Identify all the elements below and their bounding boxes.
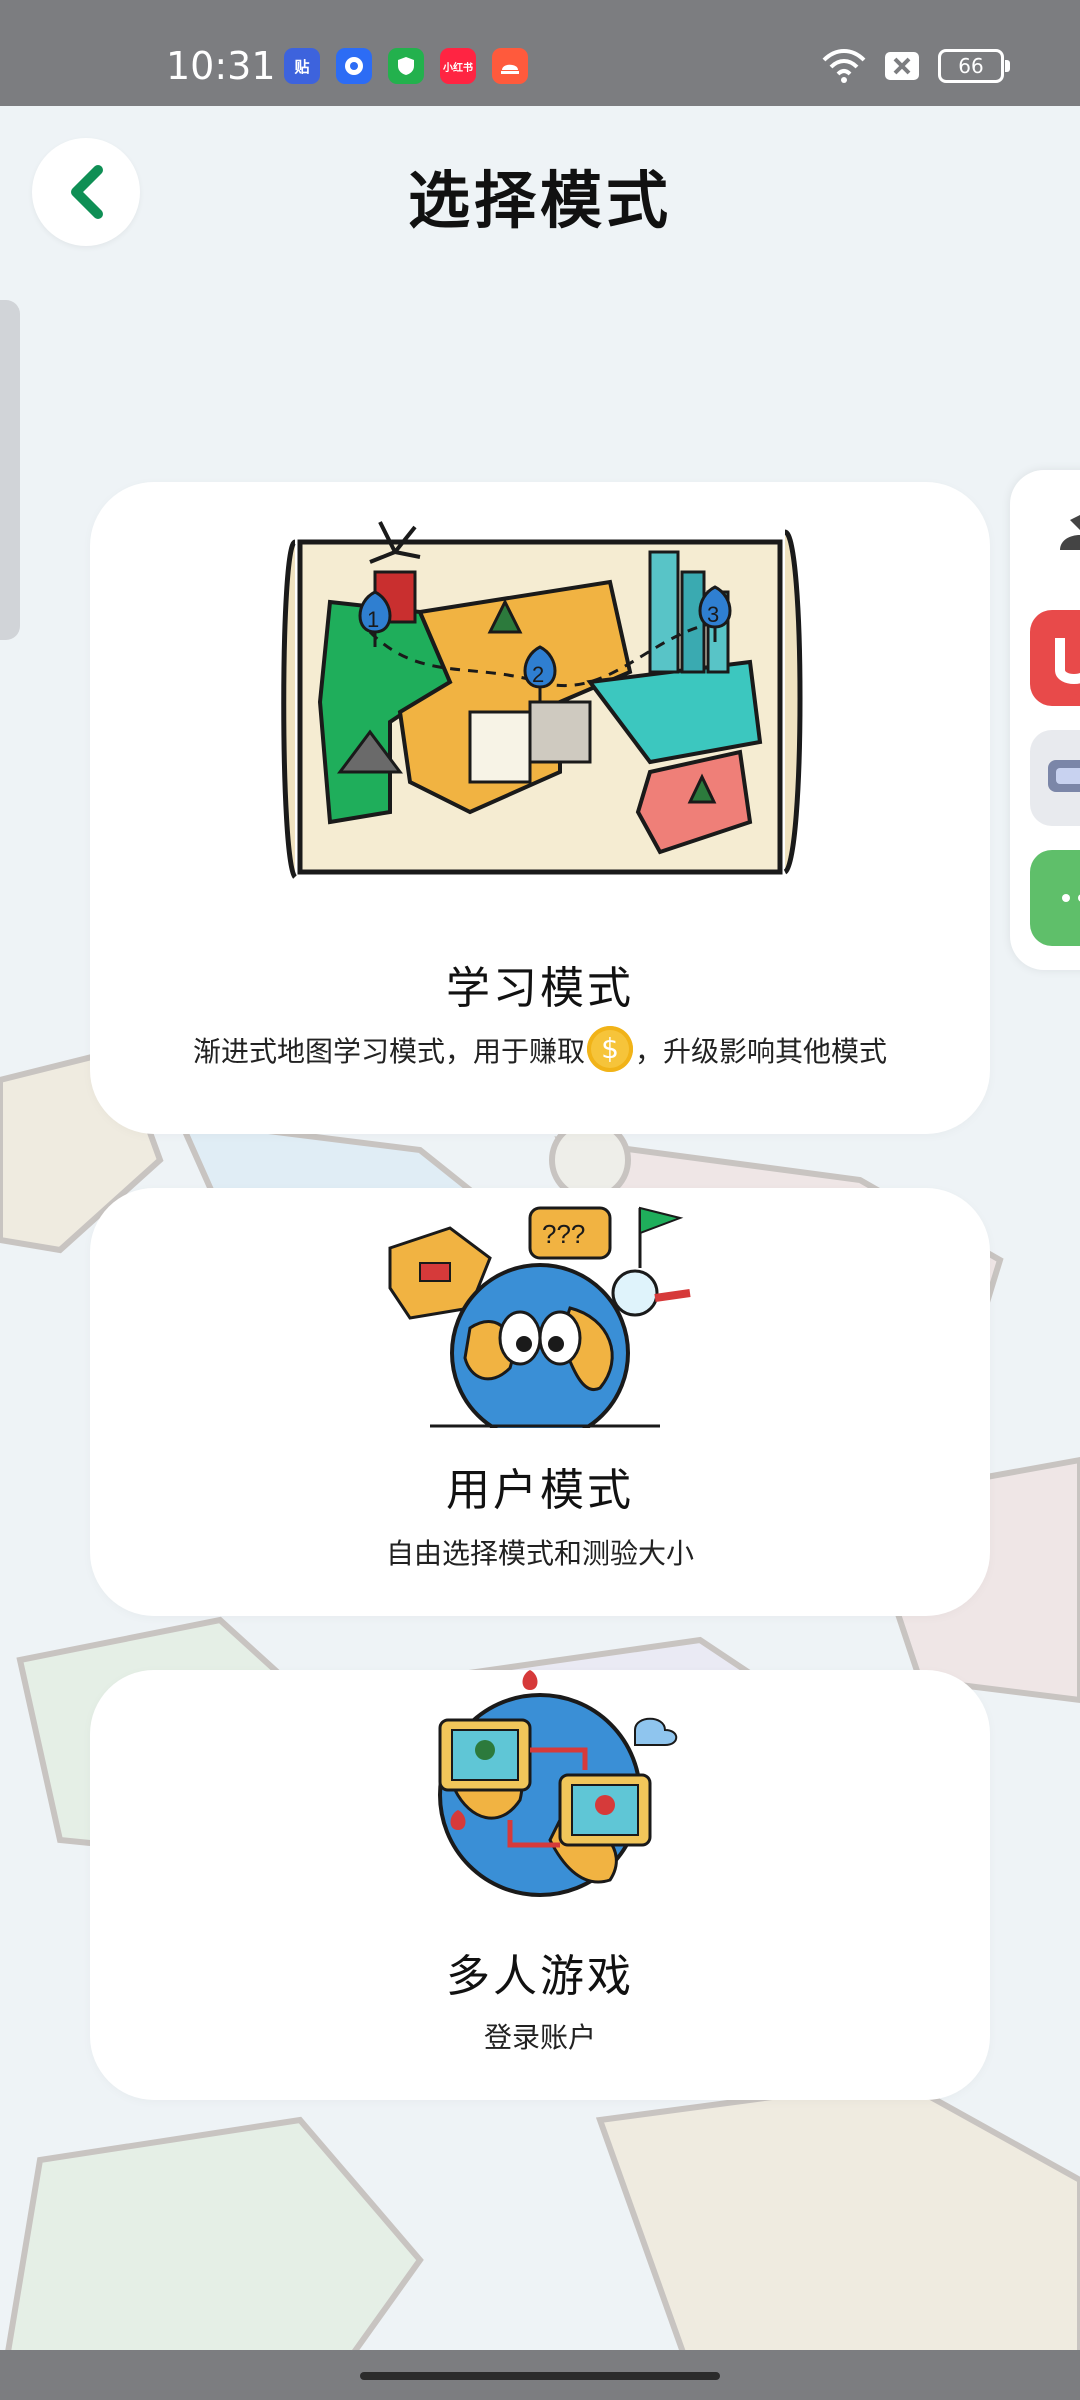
tieba-app-icon: 贴 [284,48,320,84]
takeaway-app-icon [492,48,528,84]
status-right-icons: 66 [822,48,1010,84]
battery-icon: 66 [938,49,1010,83]
floating-app-dock: Tran [1010,470,1080,970]
globe-character-illustration: ??? [388,1206,691,1428]
home-indicator-handle[interactable] [360,2372,720,2380]
mode-description-text-2: ，升级影响其他模式 [635,1035,888,1068]
mode-description: 渐进式地图学习模式，用于赚取 $ ，升级影响其他模式 [90,1026,990,1072]
messenger-app-icon [336,48,372,84]
status-app-icons: 贴 小红书 [284,48,528,84]
no-sim-icon [885,52,919,80]
dock-app-shortcut-1[interactable] [1030,490,1080,586]
dock-app-shortcut-2[interactable]: Tran [1030,610,1080,706]
mode-title: 用户模式 [446,1465,634,1516]
mode-title: 学习模式 [446,963,634,1014]
mode-card-multiplayer[interactable]: 多人游戏 登录账户 [90,1670,990,2100]
speech-bubble-text: ??? [542,1219,585,1249]
treasure-map-illustration: 1 2 3 [281,521,803,879]
mode-card-learning[interactable]: 1 2 3 学习模式 渐进式地图学习模式，用于赚取 $ ，升级影响其他模式 [90,482,990,1134]
page-title: 选择模式 [407,164,672,237]
wifi-icon [822,49,866,83]
shield-app-icon [388,48,424,84]
mode-description: 登录账户 [483,2021,596,2054]
mode-description: 自由选择模式和测验大小 [385,1537,694,1570]
edge-swipe-handle[interactable] [0,300,20,640]
svg-text:2: 2 [532,662,544,687]
dock-app-shortcut-4[interactable] [1030,850,1080,946]
coin-icon: $ [587,1026,633,1072]
mode-description-text: 渐进式地图学习模式，用于赚取 [192,1035,585,1068]
multiplayer-globe-illustration [438,1670,678,1897]
svg-text:1: 1 [367,607,379,632]
navigation-bar [0,2350,1080,2400]
svg-text:3: 3 [707,602,719,627]
dock-label: Tran [1056,689,1080,703]
xiaohongshu-app-icon: 小红书 [440,48,476,84]
status-bar: 10:31 贴 小红书 66 [0,0,1080,106]
status-time: 10:31 [166,44,276,88]
mode-title: 多人游戏 [446,1951,634,2002]
dock-app-shortcut-3[interactable] [1030,730,1080,826]
mode-card-user[interactable]: ??? 用户模式 自由选择模式和测验大小 [90,1188,990,1616]
